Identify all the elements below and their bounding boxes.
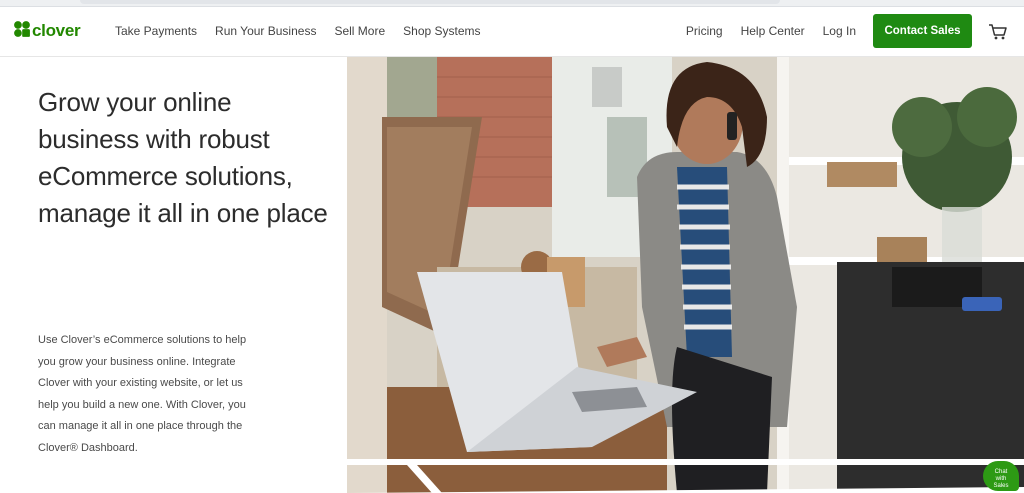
- chat-with-sales-button[interactable]: Chat with Sales: [983, 461, 1019, 491]
- nav-pricing[interactable]: Pricing: [686, 24, 723, 38]
- shop-scene-illustration: [347, 57, 1024, 493]
- nav-log-in[interactable]: Log In: [823, 24, 856, 38]
- site-header: clover Take Payments Run Your Business S…: [0, 7, 1024, 57]
- chat-label-line2: with: [995, 476, 1007, 482]
- chat-label-line3: Sales: [993, 483, 1009, 489]
- clover-logo[interactable]: clover: [13, 20, 81, 43]
- nav-take-payments[interactable]: Take Payments: [115, 24, 197, 38]
- nav-help-center[interactable]: Help Center: [741, 24, 805, 38]
- browser-tab-edge: [80, 0, 780, 4]
- nav-sell-more[interactable]: Sell More: [334, 24, 385, 38]
- primary-nav: Take Payments Run Your Business Sell Mor…: [115, 24, 481, 38]
- chat-label-line1: Chat: [994, 469, 1008, 475]
- hero-headline: Grow your online business with robust eC…: [38, 87, 328, 228]
- nav-run-your-business[interactable]: Run Your Business: [215, 24, 316, 38]
- secondary-nav: Pricing Help Center Log In: [686, 24, 856, 38]
- shopping-cart-icon[interactable]: [988, 23, 1008, 41]
- hero-image: [347, 57, 1024, 493]
- hero-description: Use Clover’s eCommerce solutions to help…: [38, 334, 247, 454]
- clover-leaf-icon: [13, 20, 31, 43]
- contact-sales-button[interactable]: Contact Sales: [873, 14, 972, 48]
- logo-wordmark: clover: [32, 21, 81, 40]
- nav-shop-systems[interactable]: Shop Systems: [403, 24, 480, 38]
- browser-top-strip: [0, 0, 1024, 7]
